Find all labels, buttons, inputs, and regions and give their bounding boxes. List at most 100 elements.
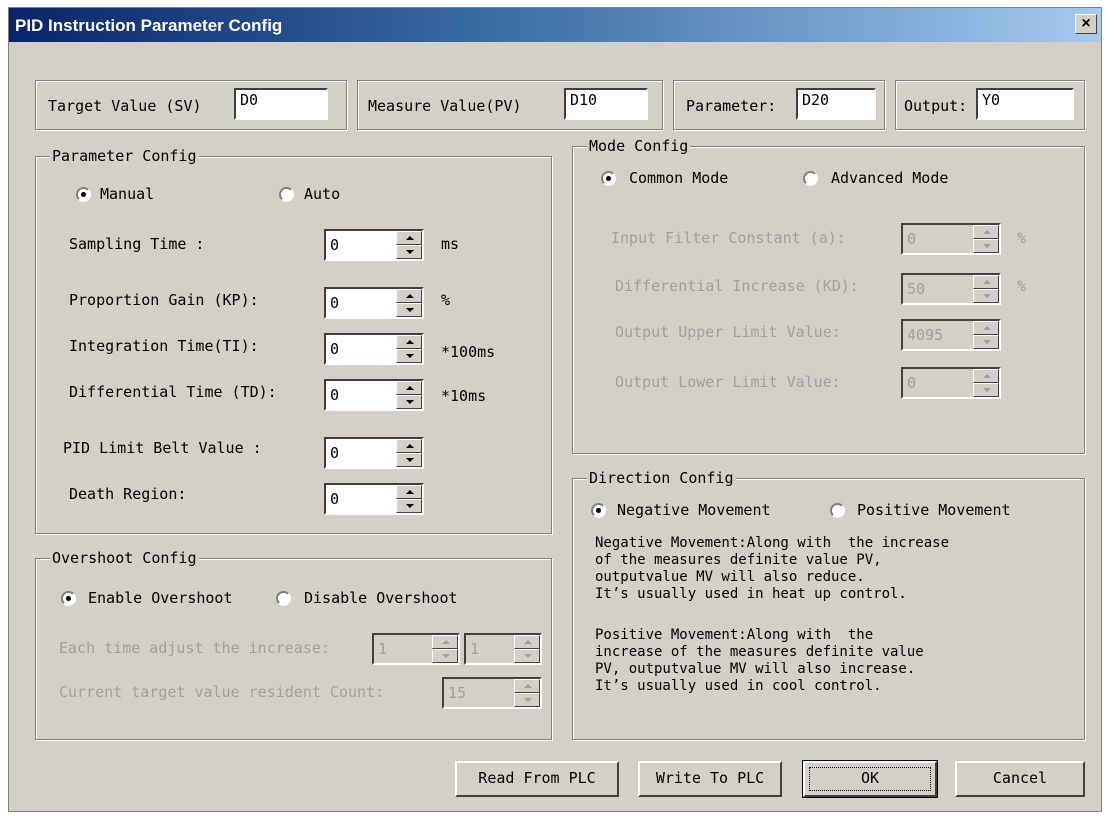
proportion-gain-unit: % xyxy=(441,291,451,309)
measure-value-panel: Measure Value(PV) D10 xyxy=(357,80,663,130)
integration-time-spinner[interactable]: 0 xyxy=(324,333,424,365)
spin-up-button xyxy=(432,635,458,649)
increase-value-b: 1 xyxy=(470,640,480,658)
close-button[interactable]: × xyxy=(1075,14,1097,34)
output-input[interactable]: Y0 xyxy=(976,88,1074,120)
differential-time-spinner[interactable]: 0 xyxy=(324,379,424,411)
sampling-time-spinner[interactable]: 0 xyxy=(324,229,424,261)
increase-value-a: 1 xyxy=(378,640,388,658)
spin-up-button[interactable] xyxy=(396,231,422,245)
spin-down-button xyxy=(432,649,458,663)
spin-down-button xyxy=(514,693,540,707)
input-filter-label: Input Filter Constant (a): xyxy=(611,229,846,247)
spin-up-button xyxy=(514,679,540,693)
manual-radio[interactable] xyxy=(76,187,91,202)
positive-movement-label: Positive Movement xyxy=(857,501,1011,519)
sampling-time-value: 0 xyxy=(330,236,340,254)
pid-limit-belt-value: 0 xyxy=(330,444,340,462)
differential-time-label: Differential Time (TD): xyxy=(69,383,277,401)
read-from-plc-label: Read From PLC xyxy=(478,769,596,787)
manual-label: Manual xyxy=(100,185,155,203)
output-upper-limit-label: Output Upper Limit Value: xyxy=(615,323,841,341)
negative-movement-description: Negative Movement:Along with the increas… xyxy=(595,535,950,602)
mode-config-title: Mode Config xyxy=(587,137,691,155)
negative-movement-label: Negative Movement xyxy=(617,501,771,519)
direction-config-group: Direction Config Negative Movement Posit… xyxy=(572,469,1085,740)
advanced-mode-radio[interactable] xyxy=(803,171,818,186)
proportion-gain-spinner[interactable]: 0 xyxy=(324,287,424,319)
overshoot-config-title: Overshoot Config xyxy=(50,549,199,567)
auto-radio[interactable] xyxy=(279,187,294,202)
resident-count-spinner: 15 xyxy=(442,677,542,709)
measure-value-label: Measure Value(PV) xyxy=(368,97,522,115)
input-filter-spinner: 0 xyxy=(901,223,1001,255)
spin-down-button[interactable] xyxy=(396,499,422,513)
death-region-label: Death Region: xyxy=(69,485,187,503)
spin-up-button[interactable] xyxy=(396,439,422,453)
spin-up-button xyxy=(973,369,999,383)
parameter-label: Parameter: xyxy=(686,97,777,115)
output-lower-limit-value: 0 xyxy=(907,374,917,392)
write-to-plc-label: Write To PLC xyxy=(655,769,765,787)
spin-down-button[interactable] xyxy=(396,349,422,363)
spin-down-button xyxy=(973,239,999,253)
output-lower-limit-label: Output Lower Limit Value: xyxy=(615,373,841,391)
spin-down-button[interactable] xyxy=(396,395,422,409)
spin-up-button[interactable] xyxy=(396,381,422,395)
output-panel: Output: Y0 xyxy=(895,80,1085,130)
parameter-config-title: Parameter Config xyxy=(50,147,199,165)
common-mode-radio[interactable] xyxy=(601,171,616,186)
pid-limit-belt-label: PID Limit Belt Value : xyxy=(63,439,262,457)
increase-spinner-b: 1 xyxy=(464,633,542,665)
enable-overshoot-radio[interactable] xyxy=(61,591,76,606)
input-filter-value: 0 xyxy=(907,230,917,248)
spin-down-button[interactable] xyxy=(396,453,422,467)
differential-increase-label: Differential Increase (KD): xyxy=(615,277,859,295)
death-region-spinner[interactable]: 0 xyxy=(324,483,424,515)
increase-label: Each time adjust the increase: xyxy=(59,639,330,657)
spin-up-button[interactable] xyxy=(396,485,422,499)
window-title: PID Instruction Parameter Config xyxy=(15,16,283,35)
title-bar: PID Instruction Parameter Config × xyxy=(9,8,1101,42)
cancel-label: Cancel xyxy=(992,769,1048,787)
parameter-panel: Parameter: D20 xyxy=(673,80,885,130)
overshoot-config-group: Overshoot Config Enable Overshoot Disabl… xyxy=(35,549,552,740)
ok-button[interactable]: OK xyxy=(802,760,938,798)
disable-overshoot-radio[interactable] xyxy=(276,591,291,606)
resident-count-value: 15 xyxy=(448,684,467,702)
common-mode-label: Common Mode xyxy=(629,169,729,187)
target-value-panel: Target Value (SV) D0 xyxy=(35,80,347,130)
output-upper-limit-spinner: 4095 xyxy=(901,319,1001,351)
cancel-button[interactable]: Cancel xyxy=(955,761,1085,797)
disable-overshoot-label: Disable Overshoot xyxy=(304,589,458,607)
output-label: Output: xyxy=(904,97,968,115)
proportion-gain-label: Proportion Gain (KP): xyxy=(69,291,259,309)
spin-up-button xyxy=(973,225,999,239)
measure-value-input[interactable]: D10 xyxy=(564,88,648,120)
increase-spinner-a: 1 xyxy=(372,633,460,665)
parameter-input[interactable]: D20 xyxy=(796,88,876,120)
target-value-input[interactable]: D0 xyxy=(234,88,328,120)
spin-down-button xyxy=(973,383,999,397)
positive-movement-radio[interactable] xyxy=(830,503,845,518)
output-lower-limit-spinner: 0 xyxy=(901,367,1001,399)
spin-up-button[interactable] xyxy=(396,335,422,349)
spin-down-button xyxy=(514,649,540,663)
pid-limit-belt-spinner[interactable]: 0 xyxy=(324,437,424,469)
parameter-config-group: Parameter Config Manual Auto Sampling Ti… xyxy=(35,147,552,534)
spin-up-button[interactable] xyxy=(396,289,422,303)
differential-increase-unit: % xyxy=(1017,277,1027,295)
sampling-time-label: Sampling Time : xyxy=(69,235,205,253)
integration-time-unit: *100ms xyxy=(441,343,496,361)
read-from-plc-button[interactable]: Read From PLC xyxy=(455,761,619,797)
integration-time-label: Integration Time(TI): xyxy=(69,337,259,355)
differential-increase-value: 50 xyxy=(907,280,926,298)
sampling-time-unit: ms xyxy=(441,235,460,253)
spin-down-button[interactable] xyxy=(396,245,422,259)
spin-up-button xyxy=(514,635,540,649)
advanced-mode-label: Advanced Mode xyxy=(831,169,949,187)
resident-count-label: Current target value resident Count: xyxy=(59,683,385,701)
negative-movement-radio[interactable] xyxy=(591,503,606,518)
write-to-plc-button[interactable]: Write To PLC xyxy=(638,761,782,797)
spin-down-button[interactable] xyxy=(396,303,422,317)
